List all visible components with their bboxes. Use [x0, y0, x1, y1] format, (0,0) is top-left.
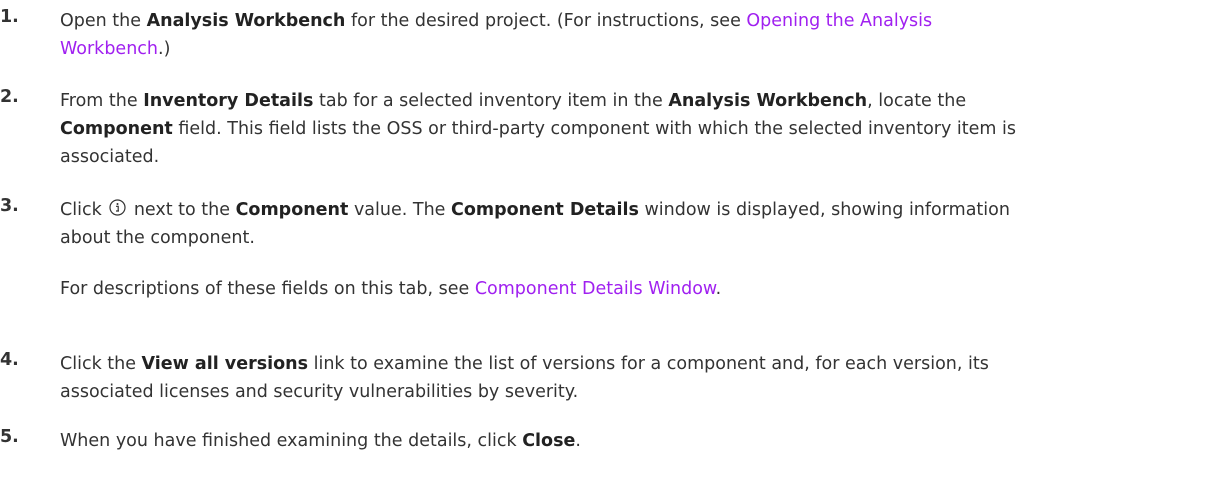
text: associated.	[60, 147, 160, 167]
procedure-steps: 1. Open the Analysis Workbench for the d…	[0, 0, 1228, 491]
text: Click the	[60, 354, 142, 374]
text: For descriptions of these fields on this…	[60, 279, 475, 299]
step-text: Click the View all versions link to exam…	[60, 350, 1220, 406]
text: tab for a selected inventory item in the	[313, 91, 669, 111]
link-opening-analysis-workbench-cont[interactable]: Workbench	[60, 39, 158, 59]
step-text: Click next to the Component value. The C…	[60, 196, 1220, 303]
step-note: For descriptions of these fields on this…	[60, 275, 1220, 303]
text: .)	[158, 39, 171, 59]
step-number: 3.	[0, 196, 19, 216]
info-circle-icon	[109, 199, 126, 216]
step-number: 1.	[0, 7, 19, 27]
link-opening-analysis-workbench[interactable]: Opening the Analysis	[746, 11, 932, 31]
step-text: From the Inventory Details tab for a sel…	[60, 87, 1220, 171]
ui-term: Component	[235, 200, 349, 220]
link-component-details-window[interactable]: Component Details Window	[475, 279, 716, 299]
text: .	[715, 279, 722, 299]
text: link to examine the list of versions for…	[308, 354, 989, 374]
text: Open the	[60, 11, 147, 31]
ui-term: View all versions	[141, 354, 309, 374]
step-number: 4.	[0, 350, 19, 370]
text: for the desired project. (For instructio…	[345, 11, 747, 31]
text: Click	[60, 200, 108, 220]
text: , locate the	[867, 91, 967, 111]
step-text: When you have finished examining the det…	[60, 427, 1220, 455]
ui-term: Component	[60, 119, 173, 139]
ui-term: Analysis Workbench	[668, 91, 868, 111]
text: From the	[60, 91, 144, 111]
text: associated licenses and security vulnera…	[60, 382, 579, 402]
text: value. The	[348, 200, 451, 220]
text: next to the	[128, 200, 236, 220]
ui-term: Inventory Details	[143, 91, 314, 111]
step-text: Open the Analysis Workbench for the desi…	[60, 7, 1220, 63]
text: window is displayed, showing information	[638, 200, 1010, 220]
text: about the component.	[60, 228, 255, 248]
ui-term: Component Details	[451, 200, 639, 220]
ui-term: Analysis Workbench	[146, 11, 346, 31]
step-number: 5.	[0, 427, 19, 447]
ui-term: Close	[522, 431, 576, 451]
text: .	[575, 431, 581, 451]
step-number: 2.	[0, 87, 19, 107]
text: field. This field lists the OSS or third…	[172, 119, 1016, 139]
text: When you have finished examining the det…	[60, 431, 523, 451]
